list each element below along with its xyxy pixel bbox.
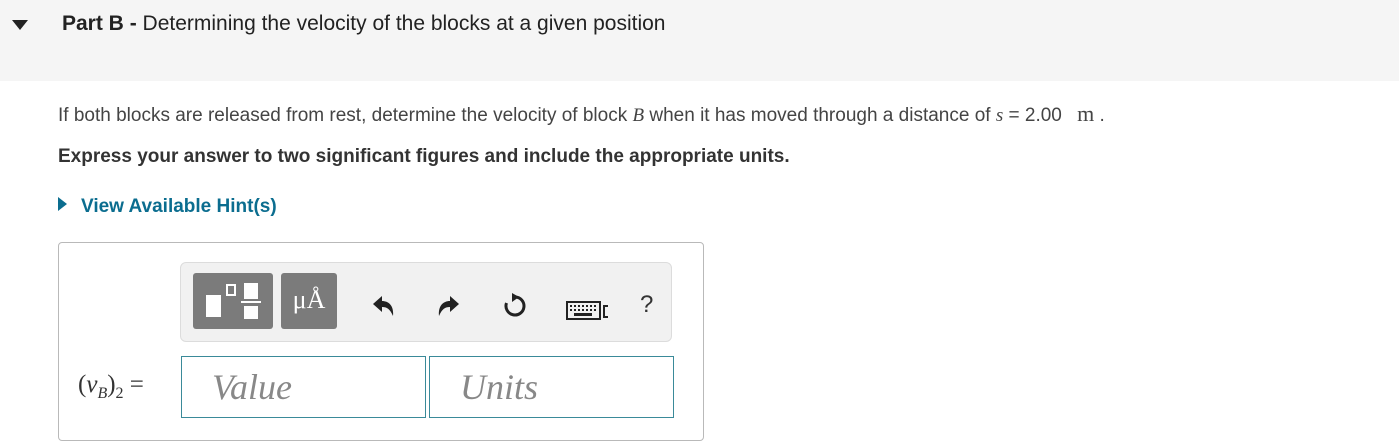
question-period: . — [1094, 105, 1105, 126]
part-title-text: Determining the velocity of the blocks a… — [142, 12, 666, 35]
question-text: If both blocks are released from rest, d… — [58, 101, 1105, 127]
view-hints-link[interactable]: View Available Hint(s) — [58, 196, 277, 218]
redo-icon[interactable] — [435, 294, 463, 318]
part-header[interactable]: Part B - Determining the velocity of the… — [0, 0, 1399, 81]
question-text-before: If both blocks are released from rest, d… — [58, 105, 633, 126]
reset-icon[interactable] — [501, 292, 529, 320]
equals-sign: = — [123, 371, 144, 398]
answer-box: μÅ ? (vB)2 = — [58, 242, 704, 441]
templates-button[interactable] — [193, 273, 273, 329]
part-title: Part B - Determining the velocity of the… — [62, 12, 665, 36]
keyboard-icon[interactable] — [566, 301, 612, 321]
units-input[interactable] — [429, 356, 674, 418]
lhs-subscript-2: 2 — [115, 385, 124, 402]
part-label: Part B — [62, 12, 124, 35]
distance-value: = 2.00 — [1003, 105, 1068, 126]
question-text-middle: when it has moved through a distance of — [644, 105, 996, 126]
part-separator: - — [123, 12, 143, 35]
expand-triangle-icon — [58, 197, 67, 211]
lhs-close-paren: ) — [107, 371, 116, 398]
value-input[interactable] — [181, 356, 426, 418]
units-button[interactable]: μÅ — [281, 273, 337, 329]
answer-variable-label: (vB)2 = — [78, 371, 144, 403]
lhs-subscript: B — [97, 385, 108, 402]
lhs-variable: v — [86, 371, 98, 398]
collapse-triangle-icon[interactable] — [12, 20, 28, 30]
block-label: B — [632, 105, 645, 126]
units-icon: μÅ — [292, 285, 326, 314]
view-hints-label: View Available Hint(s) — [81, 196, 277, 217]
undo-icon[interactable] — [369, 294, 397, 318]
help-icon[interactable]: ? — [640, 291, 653, 319]
math-toolbar: μÅ ? — [180, 262, 672, 342]
instruction-text: Express your answer to two significant f… — [58, 146, 790, 167]
distance-unit: m — [1077, 101, 1095, 126]
